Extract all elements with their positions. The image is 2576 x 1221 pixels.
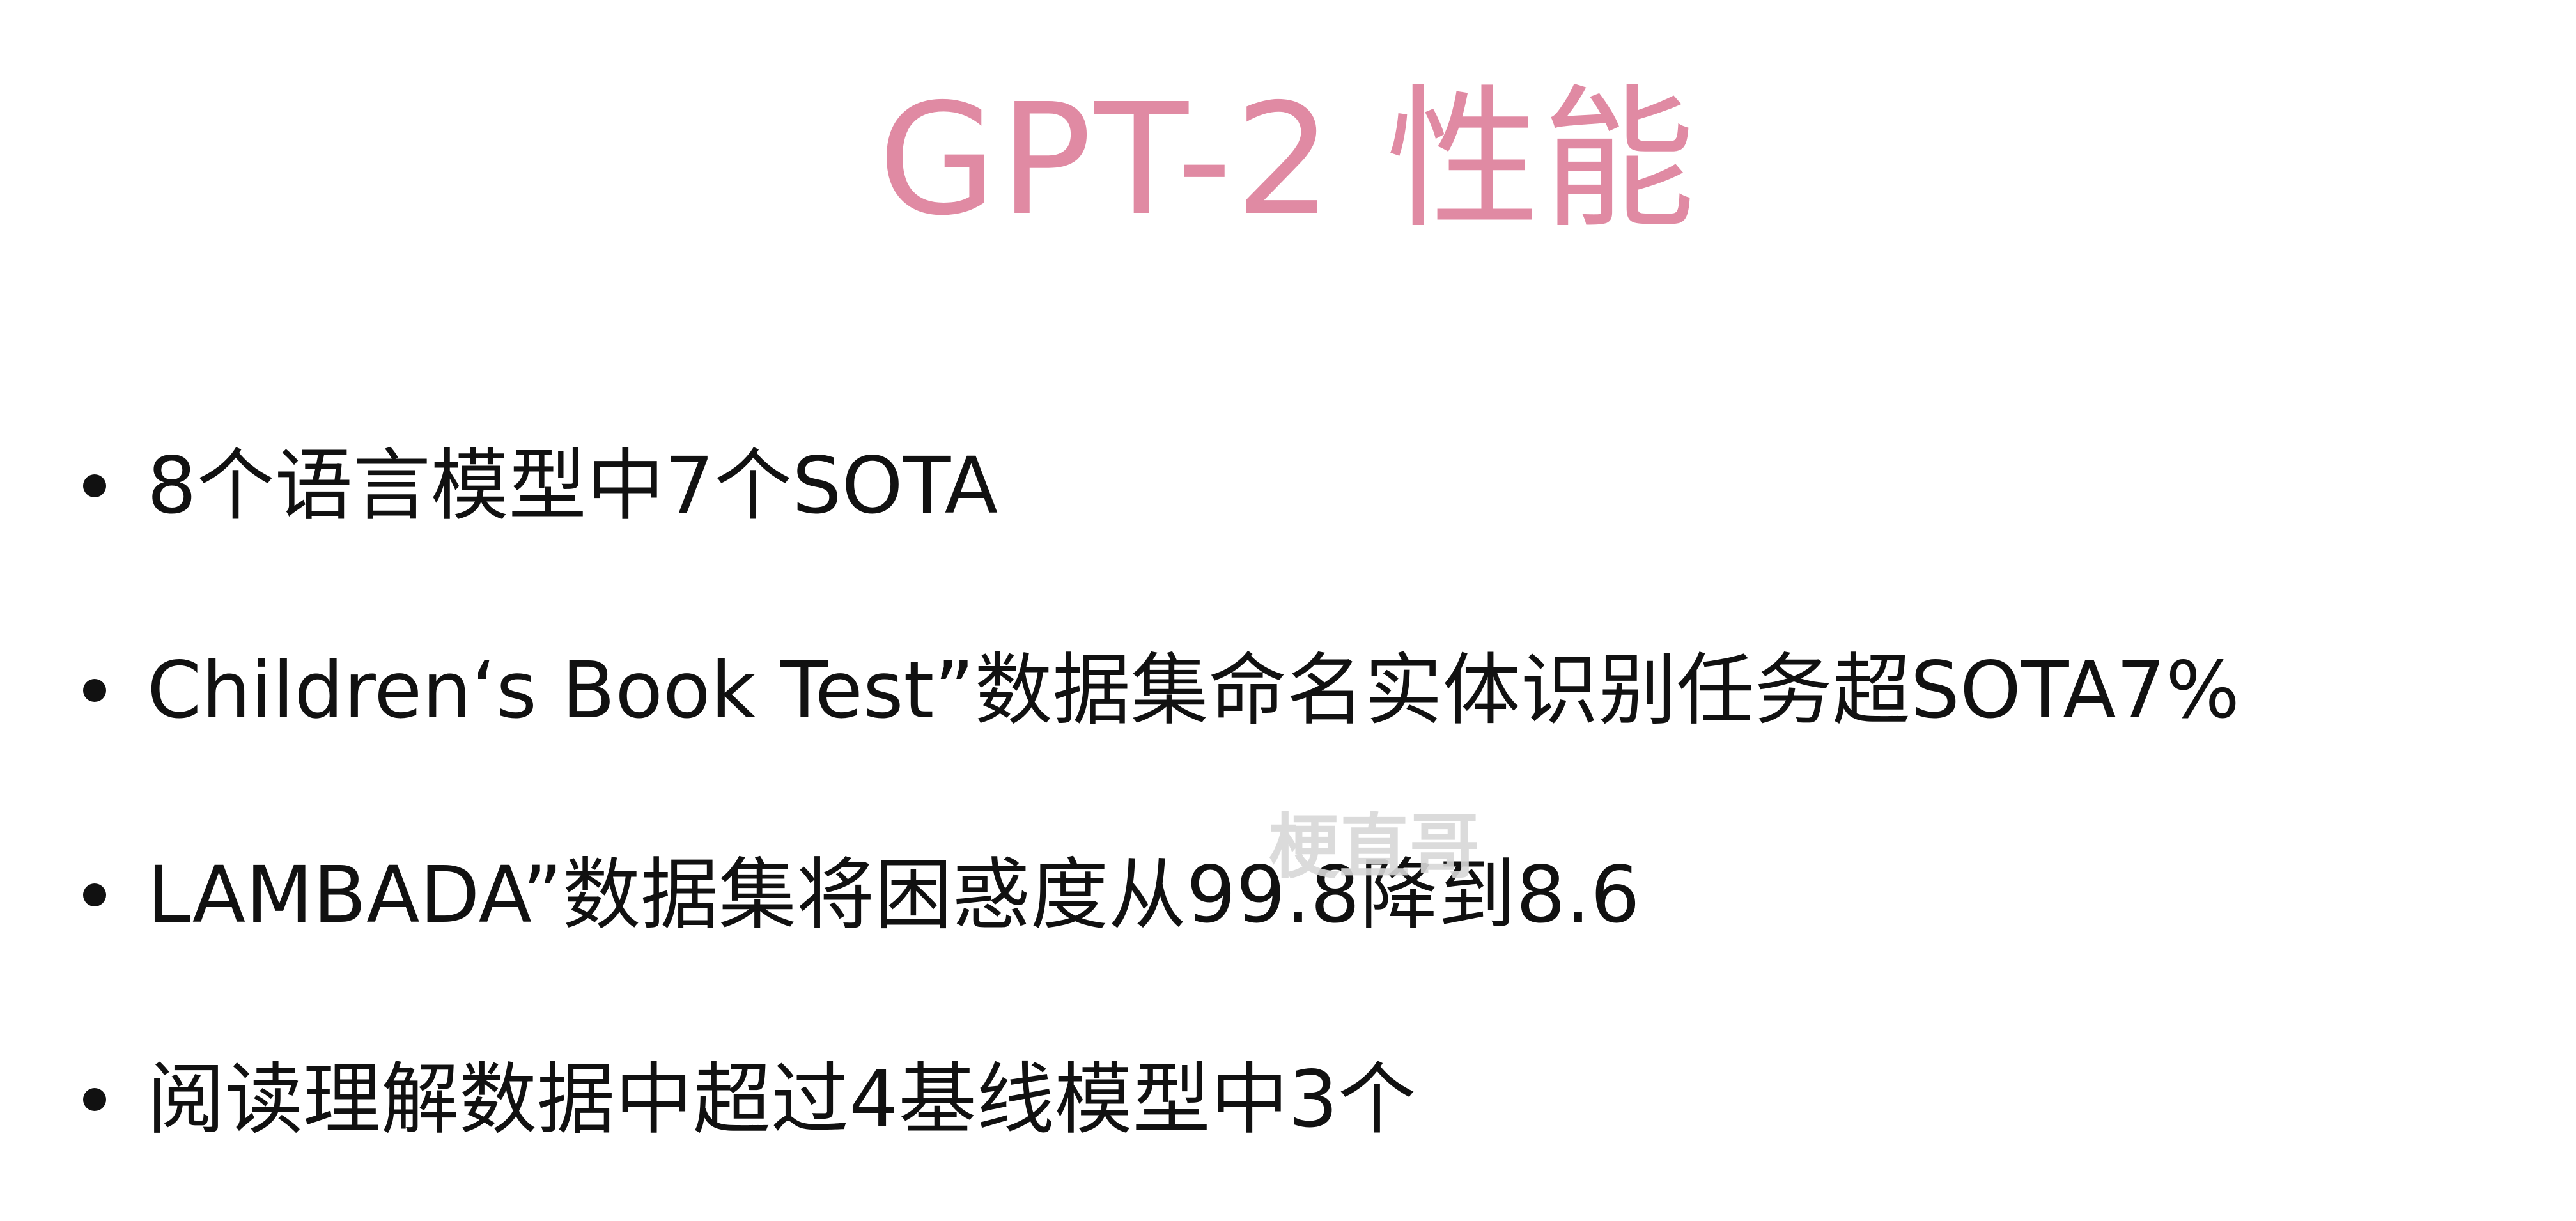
bullet-dot-icon (83, 883, 106, 906)
slide-title: GPT-2 性能 (878, 70, 1698, 249)
slide: GPT-2 性能 8个语言模型中7个SOTA Children‘s Book T… (0, 0, 2576, 1221)
watermark: 梗直哥 (1269, 806, 1480, 888)
bullet-text: Children‘s Book Test”数据集命名实体识别任务超SOTA7% (147, 645, 2240, 736)
bullet-dot-icon (83, 474, 106, 497)
bullet-dot-icon (83, 679, 106, 702)
bullet-text: 阅读理解数据中超过4基线模型中3个 (147, 1054, 1416, 1145)
bullet-item-4: 阅读理解数据中超过4基线模型中3个 (83, 1036, 2512, 1221)
bullet-item-1: 8个语言模型中7个SOTA (83, 422, 2512, 626)
bullet-dot-icon (83, 1088, 106, 1111)
bullet-text: 8个语言模型中7个SOTA (147, 440, 998, 531)
